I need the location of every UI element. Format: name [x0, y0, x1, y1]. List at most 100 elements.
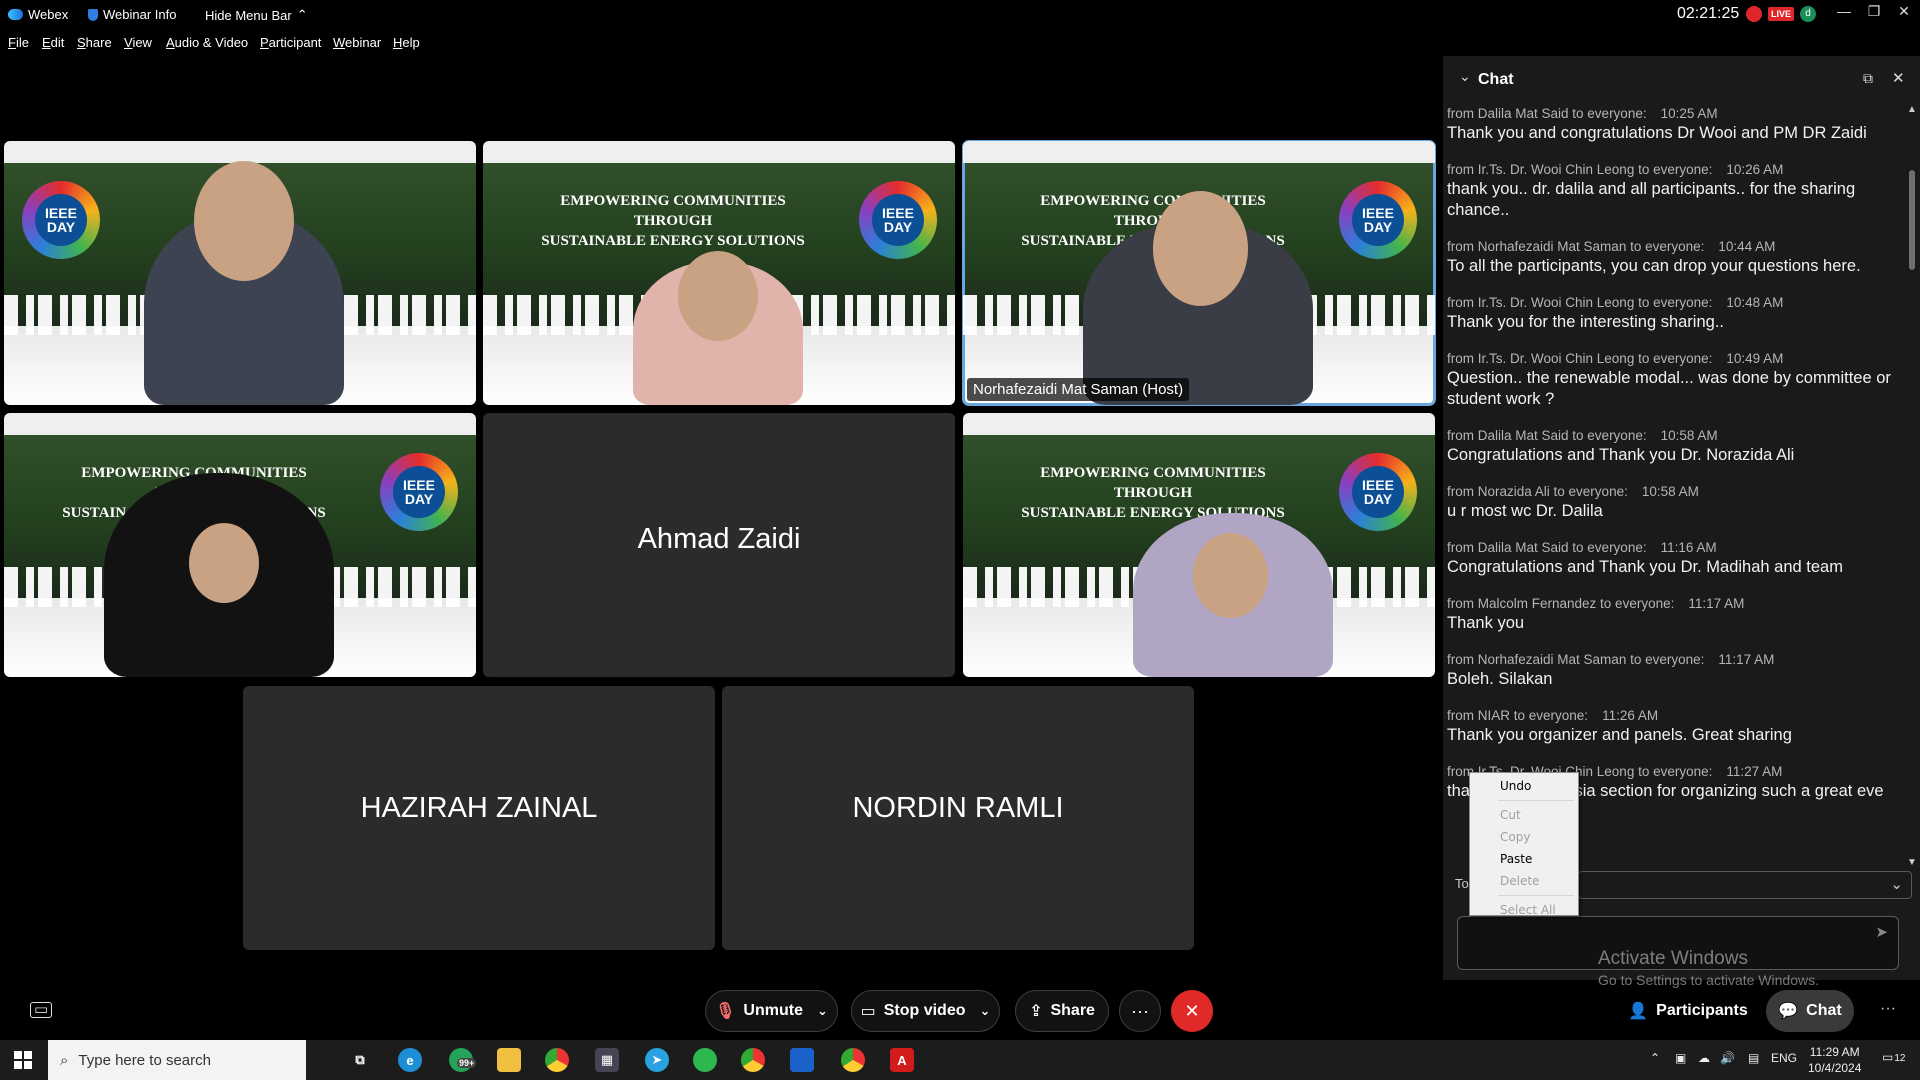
- chrome-profile-icon[interactable]: [741, 1048, 765, 1072]
- participant-name: Ahmad Zaidi: [637, 523, 801, 555]
- whatsapp-icon[interactable]: 99+: [449, 1048, 477, 1072]
- chat-button[interactable]: 💬 Chat: [1766, 990, 1854, 1032]
- network-icon[interactable]: ▤: [1748, 1051, 1759, 1065]
- chat-scrollbar[interactable]: ▲ ▼: [1907, 104, 1917, 868]
- video-tile-host[interactable]: EMPOWERING COMMUNITIES THROUGH SUSTAINAB…: [962, 140, 1436, 406]
- participants-button[interactable]: 👤 Participants: [1620, 990, 1756, 1032]
- taskbar-search[interactable]: ⌕ Type here to search: [48, 1040, 306, 1080]
- more-dots-icon[interactable]: ···: [1880, 1000, 1896, 1018]
- sponsor-banner: [4, 413, 476, 435]
- stop-video-button[interactable]: ▭ Stop video ⌄: [851, 990, 1000, 1032]
- ieee-day-badge: IEEE DAY: [380, 453, 458, 531]
- chat-message: from NIAR to everyone: 11:26 AM Thank you …: [1447, 708, 1792, 744]
- menu-participant[interactable]: Participant: [260, 35, 321, 50]
- webex-logo-icon: [8, 9, 23, 20]
- chat-message: from Norhafezaidi Mat Saman to everyone:…: [1447, 239, 1861, 275]
- menu-edit[interactable]: Edit: [42, 35, 64, 50]
- chat-message: from Ir.Ts. Dr. Wooi Chin Leong to every…: [1447, 351, 1891, 408]
- chevron-down-icon[interactable]: ⌄: [980, 1003, 991, 1019]
- share-button[interactable]: ⇪ Share: [1015, 990, 1109, 1032]
- record-icon[interactable]: [1746, 6, 1762, 22]
- close-window-icon[interactable]: ✕: [1889, 3, 1919, 20]
- video-tile-participant-4[interactable]: EMPOWERING COMMUNITIES THROUGH SUSTAINAB…: [4, 413, 476, 677]
- clock-time: 11:29 AM: [1809, 1045, 1860, 1059]
- menu-file[interactable]: File: [8, 35, 29, 50]
- file-explorer-icon[interactable]: [497, 1048, 521, 1072]
- menu-share[interactable]: Share: [77, 35, 112, 50]
- language-indicator[interactable]: ENG: [1771, 1051, 1797, 1065]
- shield-icon: [88, 8, 98, 21]
- video-tile-hazirah-zainal[interactable]: HAZIRAH ZAINAL: [243, 686, 715, 950]
- close-icon: ✕: [1184, 1000, 1200, 1021]
- windows-start-icon[interactable]: [14, 1051, 32, 1069]
- menu-view[interactable]: View: [124, 35, 152, 50]
- chat-message: from Malcolm Fernandez to everyone: 11:17…: [1447, 596, 1745, 632]
- banner-text: EMPOWERING COMMUNITIES THROUGH SUSTAINAB…: [541, 193, 805, 249]
- onedrive-icon[interactable]: ☁: [1698, 1051, 1710, 1065]
- chevron-down-icon: ⌄: [1890, 876, 1903, 893]
- recipient-select[interactable]: ⌄: [1578, 871, 1912, 899]
- tray-chevron-icon[interactable]: ⌃: [1650, 1051, 1660, 1065]
- context-paste[interactable]: Paste: [1470, 848, 1578, 870]
- participant-video: [144, 161, 344, 405]
- notification-icon[interactable]: ▭12: [1882, 1050, 1905, 1064]
- chat-message: from Dalila Mat Said to everyone: 10:58 A…: [1447, 428, 1795, 464]
- pop-out-icon[interactable]: ⧉: [1863, 70, 1873, 87]
- chrome-window-icon[interactable]: [841, 1048, 865, 1072]
- restore-icon[interactable]: ❐: [1859, 3, 1889, 20]
- volume-icon[interactable]: 🔊: [1720, 1051, 1735, 1065]
- video-tile-nordin-ramli[interactable]: NORDIN RAMLI: [722, 686, 1194, 950]
- telegram-icon[interactable]: ➤: [645, 1048, 669, 1072]
- context-separator: [1498, 800, 1574, 801]
- sponsor-banner: [963, 141, 1435, 163]
- menu-bar: File Edit Share View Audio & Video Parti…: [0, 32, 1440, 54]
- context-separator: [1498, 895, 1574, 896]
- more-options-button[interactable]: ···: [1119, 990, 1161, 1032]
- unmute-button[interactable]: 🎙 Unmute ⌄: [705, 990, 838, 1032]
- context-select-all: Select All: [1500, 903, 1556, 917]
- tray-app-icon[interactable]: ▣: [1675, 1051, 1686, 1065]
- context-copy: Copy: [1500, 830, 1531, 844]
- context-undo[interactable]: Undo: [1470, 775, 1578, 797]
- camera-icon: ▭: [860, 1003, 876, 1020]
- live-badge: LIVE: [1768, 7, 1795, 21]
- video-tile-participant-1[interactable]: IEEE DAY: [4, 141, 476, 405]
- menu-audio-video[interactable]: Audio & Video: [166, 35, 248, 50]
- leave-meeting-button[interactable]: ✕: [1171, 990, 1213, 1032]
- send-icon[interactable]: ➤: [1875, 923, 1888, 941]
- chat-message: from Ir.Ts. Dr. Wooi Chin Leong to every…: [1447, 162, 1856, 219]
- menu-help[interactable]: Help: [393, 35, 420, 50]
- chat-message: from Ir.Ts. Dr. Wooi Chin Leong to every…: [1447, 295, 1784, 331]
- context-cut: Cut: [1500, 808, 1521, 822]
- hide-menu-bar-button[interactable]: Hide Menu Bar ⌃: [205, 7, 308, 23]
- close-chat-icon[interactable]: ✕: [1892, 69, 1905, 87]
- minimize-icon[interactable]: —: [1829, 3, 1859, 19]
- edge-icon[interactable]: e: [398, 1048, 422, 1072]
- scroll-up-icon[interactable]: ▲: [1907, 104, 1917, 115]
- task-view-icon[interactable]: ⧉: [348, 1048, 372, 1072]
- collapse-chevron-icon[interactable]: ⌄: [1459, 68, 1471, 85]
- scrollbar-thumb[interactable]: [1909, 170, 1915, 270]
- wechat-icon[interactable]: [693, 1048, 717, 1072]
- video-tile-participant-2[interactable]: EMPOWERING COMMUNITIES THROUGH SUSTAINAB…: [483, 141, 955, 405]
- calculator-icon[interactable]: ▦: [595, 1048, 619, 1072]
- taskbar-clock[interactable]: 11:29 AM 10/4/2024: [1808, 1044, 1861, 1076]
- participants-icon: 👤: [1628, 1003, 1649, 1020]
- user-avatar[interactable]: d: [1800, 6, 1816, 22]
- chrome-icon[interactable]: [545, 1048, 569, 1072]
- app-name: Webex: [28, 7, 69, 22]
- chevron-up-icon: ⌃: [296, 7, 308, 22]
- acrobat-icon[interactable]: A: [890, 1048, 914, 1072]
- context-menu: Undo Cut Copy Paste Delete Select All: [1469, 772, 1579, 917]
- scroll-down-icon[interactable]: ▼: [1907, 857, 1917, 868]
- chat-title: Chat: [1478, 71, 1514, 88]
- participant-video: [1133, 513, 1333, 677]
- webinar-info-button[interactable]: Webinar Info: [88, 7, 176, 22]
- menu-webinar[interactable]: Webinar: [333, 35, 381, 50]
- video-tile-participant-6[interactable]: EMPOWERING COMMUNITIES THROUGH SUSTAINAB…: [963, 413, 1435, 677]
- video-tile-ahmad-zaidi[interactable]: Ahmad Zaidi: [483, 413, 955, 677]
- captions-icon[interactable]: ▭: [30, 1002, 53, 1018]
- context-delete: Delete: [1500, 874, 1540, 888]
- webex-taskbar-icon[interactable]: [790, 1048, 814, 1072]
- chevron-down-icon[interactable]: ⌄: [817, 1003, 828, 1019]
